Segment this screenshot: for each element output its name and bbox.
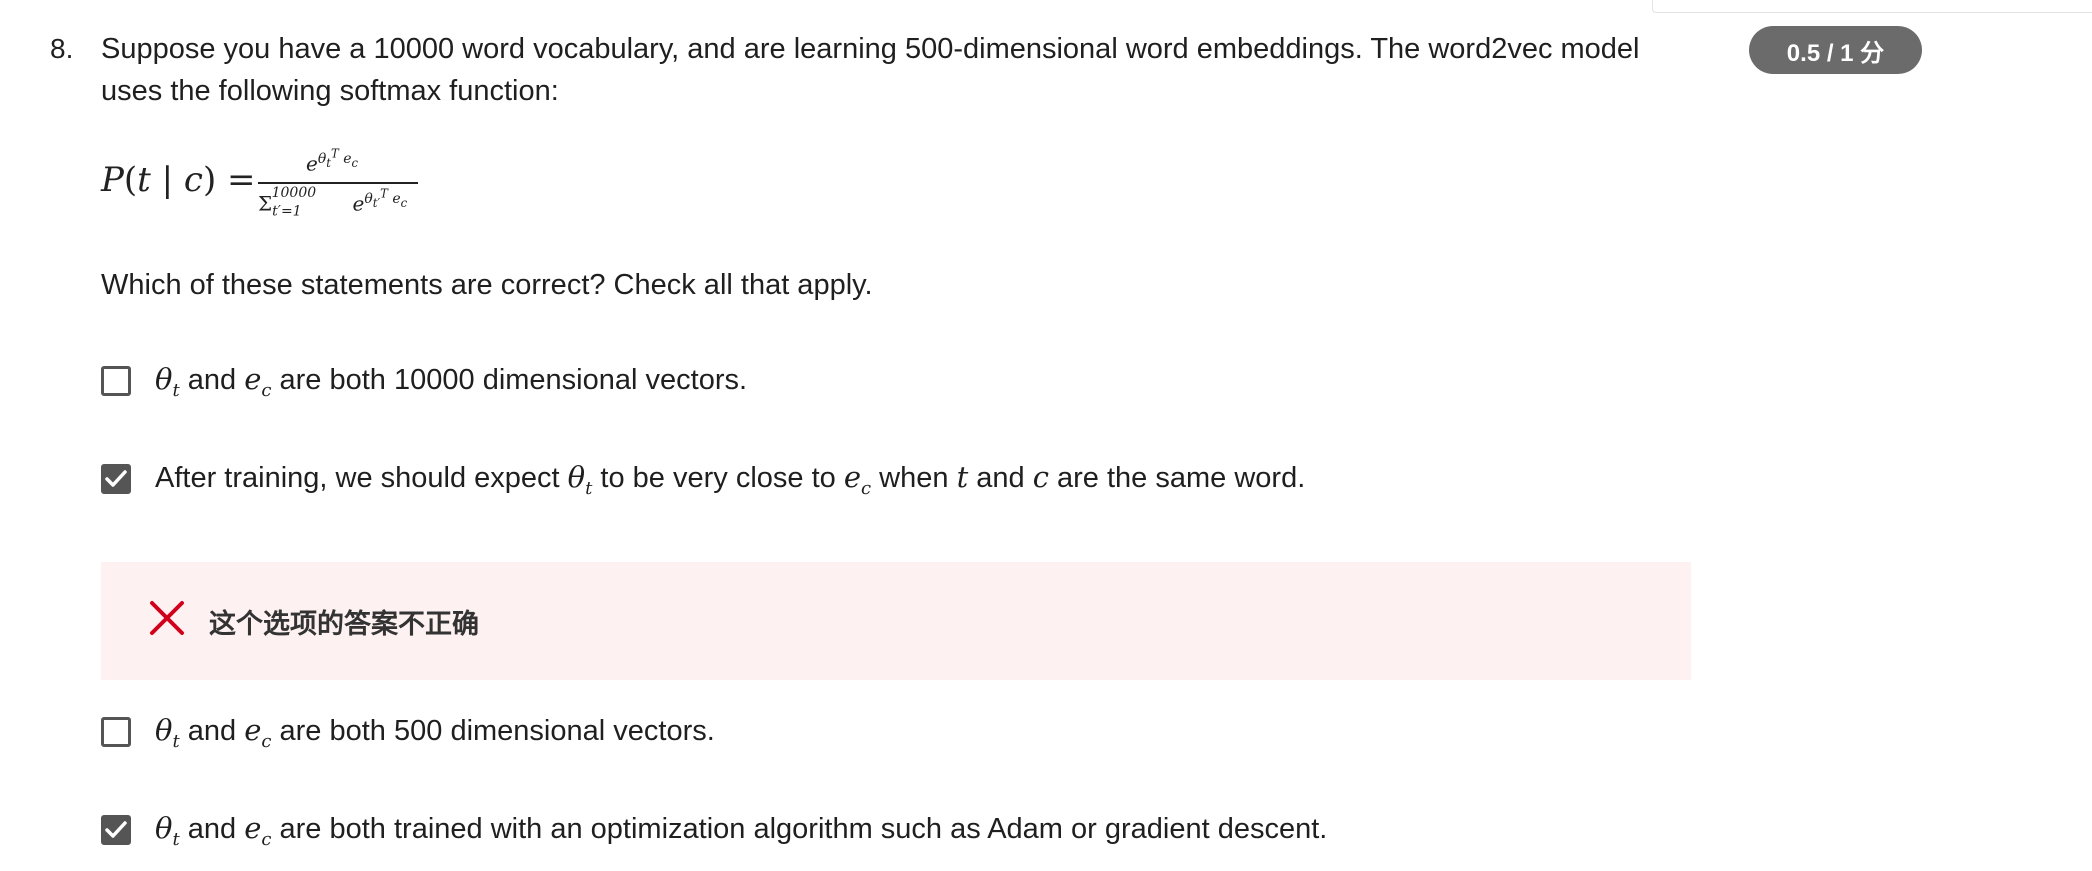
option-4-label: θt and ec are both trained with an optim…	[155, 811, 1328, 850]
incorrect-feedback: 这个选项的答案不正确	[101, 562, 1691, 680]
question-prompt: Suppose you have a 10000 word vocabulary…	[101, 33, 1640, 107]
checkmark-icon	[105, 470, 127, 488]
question-instruction: Which of these statements are correct? C…	[101, 269, 873, 301]
option-1-checkbox[interactable]	[101, 366, 131, 397]
option-1[interactable]: θt and ec are both 10000 dimensional vec…	[101, 362, 747, 401]
option-1-label: θt and ec are both 10000 dimensional vec…	[155, 362, 748, 401]
feedback-text: 这个选项的答案不正确	[209, 609, 479, 640]
top-panel-edge	[1652, 0, 2092, 13]
quiz-page: 8. 0.5 / 1 分 Suppose you have a 10000 wo…	[0, 0, 2092, 871]
option-2[interactable]: After training, we should expect θt to b…	[101, 460, 1305, 499]
option-3-checkbox[interactable]	[101, 717, 131, 748]
checkmark-icon	[105, 821, 127, 839]
score-badge: 0.5 / 1 分	[1749, 26, 1922, 74]
x-icon	[150, 601, 184, 635]
option-2-checkbox[interactable]	[101, 464, 131, 495]
fraction-bar	[258, 182, 418, 184]
formula-fraction: eθtT ec Σt′=110000 eθt′T ec	[258, 140, 418, 230]
option-4[interactable]: θt and ec are both trained with an optim…	[101, 811, 1327, 850]
option-4-checkbox[interactable]	[101, 815, 131, 846]
formula-numerator: eθtT ec	[306, 146, 359, 176]
formula-denominator: Σt′=110000 eθt′T ec	[258, 184, 408, 220]
option-3[interactable]: θt and ec are both 500 dimensional vecto…	[101, 713, 715, 752]
option-3-label: θt and ec are both 500 dimensional vecto…	[155, 713, 715, 752]
option-2-label: After training, we should expect θt to b…	[155, 460, 1306, 499]
formula-lhs: P(t | c) =	[101, 160, 256, 200]
question-number: 8.	[50, 33, 74, 64]
